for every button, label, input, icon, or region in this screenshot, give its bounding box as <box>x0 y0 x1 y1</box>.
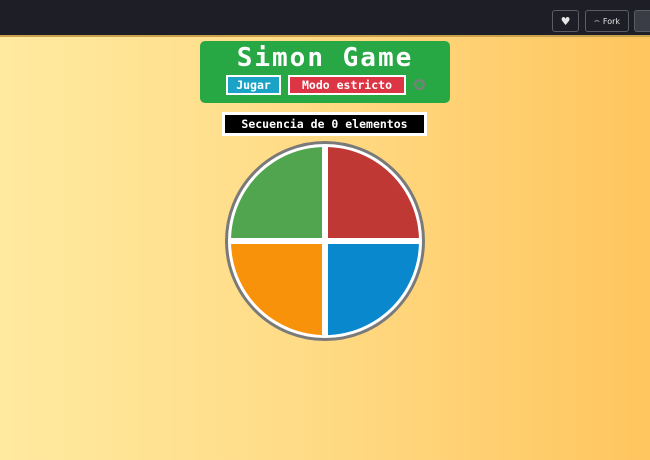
simon-board <box>225 141 425 341</box>
game-title: Simon Game <box>236 43 414 73</box>
simon-board-inner <box>231 147 419 335</box>
fork-button[interactable]: ⌢ Fork <box>585 10 629 32</box>
more-button[interactable] <box>634 10 650 32</box>
fork-label: Fork <box>602 16 621 26</box>
heart-icon: ♥ <box>560 14 571 28</box>
strict-mode-button[interactable]: Modo estricto <box>288 75 406 95</box>
orange-pad[interactable] <box>231 244 322 335</box>
red-pad[interactable] <box>328 147 419 238</box>
green-pad[interactable] <box>231 147 322 238</box>
fork-icon: ⌢ <box>593 15 600 26</box>
blue-pad[interactable] <box>328 244 419 335</box>
top-toolbar: ♥ ⌢ Fork <box>0 0 650 37</box>
strict-mode-indicator <box>414 79 425 90</box>
heart-button[interactable]: ♥ <box>552 10 579 32</box>
game-header-panel: Simon Game Jugar Modo estricto <box>200 41 450 103</box>
sequence-counter: Secuencia de 0 elementos <box>222 112 427 136</box>
play-button[interactable]: Jugar <box>226 75 281 95</box>
